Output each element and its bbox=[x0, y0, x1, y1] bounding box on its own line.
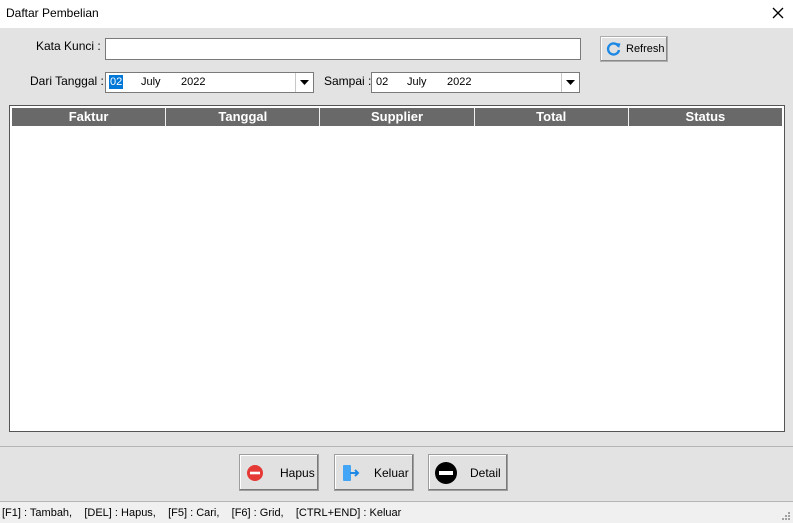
column-header-status[interactable]: Status bbox=[629, 108, 782, 126]
refresh-icon bbox=[606, 42, 621, 56]
purchase-grid[interactable]: Faktur Tanggal Supplier Total Status bbox=[9, 105, 785, 432]
detail-icon bbox=[435, 461, 457, 484]
chevron-down-icon bbox=[300, 79, 309, 85]
column-header-supplier[interactable]: Supplier bbox=[320, 108, 475, 126]
to-date-dropdown[interactable] bbox=[561, 73, 579, 92]
divider bbox=[0, 446, 793, 447]
detail-button[interactable]: Detail bbox=[428, 454, 508, 491]
refresh-label: Refresh bbox=[626, 43, 665, 55]
keluar-button[interactable]: Keluar bbox=[334, 454, 414, 491]
refresh-button[interactable]: Refresh bbox=[600, 36, 668, 62]
from-date-picker[interactable]: 02 July 2022 bbox=[105, 72, 314, 93]
from-date-label: Dari Tanggal : bbox=[30, 74, 104, 88]
column-header-tanggal[interactable]: Tanggal bbox=[166, 108, 321, 126]
from-day: 02 bbox=[109, 75, 124, 89]
to-year: 2022 bbox=[447, 76, 472, 88]
close-button[interactable] bbox=[767, 2, 789, 24]
window-title: Daftar Pembelian bbox=[6, 6, 99, 20]
detail-label: Detail bbox=[470, 465, 501, 480]
from-year: 2022 bbox=[181, 76, 206, 88]
status-bar: [F1] : Tambah, [DEL] : Hapus, [F5] : Car… bbox=[0, 502, 793, 523]
hapus-button[interactable]: Hapus bbox=[239, 454, 319, 491]
keyword-input[interactable] bbox=[105, 38, 581, 60]
keluar-label: Keluar bbox=[374, 465, 409, 480]
column-header-total[interactable]: Total bbox=[475, 108, 629, 126]
to-month: July bbox=[407, 76, 427, 88]
delete-icon bbox=[247, 464, 263, 481]
to-date-picker[interactable]: 02 July 2022 bbox=[371, 72, 580, 93]
exit-icon bbox=[343, 464, 360, 481]
hapus-label: Hapus bbox=[280, 465, 315, 480]
close-icon bbox=[772, 7, 784, 19]
column-header-faktur[interactable]: Faktur bbox=[12, 108, 167, 126]
keyword-label: Kata Kunci : bbox=[36, 39, 101, 53]
from-month: July bbox=[141, 76, 161, 88]
shortcut-hints: [F1] : Tambah, [DEL] : Hapus, [F5] : Car… bbox=[2, 507, 402, 519]
from-date-dropdown[interactable] bbox=[295, 73, 313, 92]
resize-grip-icon[interactable] bbox=[781, 511, 791, 521]
grid-header: Faktur Tanggal Supplier Total Status bbox=[12, 108, 782, 126]
title-bar: Daftar Pembelian bbox=[0, 0, 793, 28]
to-day: 02 bbox=[376, 76, 389, 88]
chevron-down-icon bbox=[566, 79, 575, 85]
to-date-label: Sampai : bbox=[324, 74, 372, 88]
